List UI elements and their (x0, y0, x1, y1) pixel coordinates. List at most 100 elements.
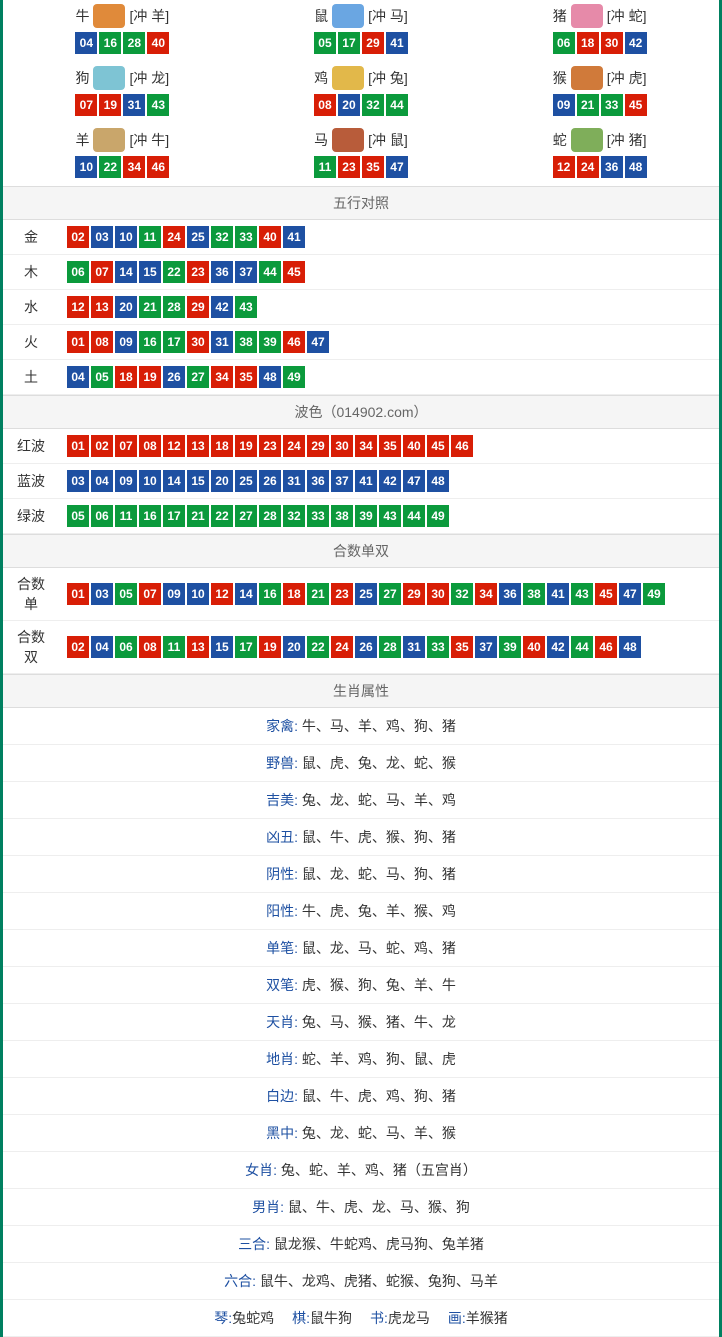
number-ball: 11 (314, 156, 336, 178)
attr-value: 牛、马、羊、鸡、狗、猪 (302, 718, 456, 734)
number-ball: 45 (283, 261, 305, 283)
number-ball: 42 (211, 296, 233, 318)
number-ball: 20 (211, 470, 233, 492)
wuxing-table: 金02031011242532334041木060714152223363744… (3, 220, 719, 395)
number-ball: 49 (427, 505, 449, 527)
zodiac-chong: [冲 鼠] (368, 130, 408, 150)
number-ball: 22 (211, 505, 233, 527)
attr-label: 野兽: (266, 755, 298, 771)
zodiac-icon (571, 66, 603, 90)
kv-key: 金 (3, 220, 59, 255)
zodiac-chong: [冲 羊] (129, 6, 169, 26)
number-ball: 49 (643, 583, 665, 605)
attr-value: 兔、龙、蛇、马、羊、猴 (302, 1125, 456, 1141)
kv-key: 火 (3, 325, 59, 360)
number-ball: 07 (91, 261, 113, 283)
number-ball: 43 (235, 296, 257, 318)
number-ball: 10 (75, 156, 97, 178)
zodiac-name: 猪 (553, 6, 567, 26)
number-ball: 18 (115, 366, 137, 388)
attr-row: 双笔: 虎、猴、狗、兔、羊、牛 (3, 967, 719, 1004)
attr-row: 阳性: 牛、虎、兔、羊、猴、鸡 (3, 893, 719, 930)
number-ball: 16 (259, 583, 281, 605)
zodiac-name: 鸡 (314, 68, 328, 88)
zodiac-cell: 蛇[冲 猪]12243648 (480, 124, 719, 186)
zodiac-name: 牛 (75, 6, 89, 26)
number-ball: 04 (75, 32, 97, 54)
kv-nums: 0108091617303138394647 (59, 325, 719, 360)
attr-value: 鼠龙猴、牛蛇鸡、虎马狗、兔羊猪 (274, 1236, 484, 1252)
attr-row: 三合: 鼠龙猴、牛蛇鸡、虎马狗、兔羊猪 (3, 1226, 719, 1263)
attr-row: 野兽: 鼠、虎、兔、龙、蛇、猴 (3, 745, 719, 782)
zodiac-title: 蛇[冲 猪] (480, 128, 719, 152)
number-ball: 24 (331, 636, 353, 658)
attr-row: 天肖: 兔、马、猴、猪、牛、龙 (3, 1004, 719, 1041)
number-ball: 21 (187, 505, 209, 527)
zodiac-chong: [冲 虎] (607, 68, 647, 88)
attr-label: 黑中: (266, 1125, 298, 1141)
number-ball: 45 (427, 435, 449, 457)
zodiac-name: 猴 (553, 68, 567, 88)
number-ball: 23 (338, 156, 360, 178)
number-ball: 42 (547, 636, 569, 658)
number-ball: 05 (91, 366, 113, 388)
number-ball: 44 (259, 261, 281, 283)
zodiac-numbers: 10223446 (3, 156, 242, 178)
number-ball: 13 (187, 435, 209, 457)
number-ball: 02 (91, 435, 113, 457)
kv-nums: 02031011242532334041 (59, 220, 719, 255)
pair-label: 画: (448, 1310, 466, 1326)
zodiac-cell: 马[冲 鼠]11233547 (242, 124, 481, 186)
number-ball: 39 (499, 636, 521, 658)
number-ball: 29 (307, 435, 329, 457)
attr-label: 地肖: (266, 1051, 298, 1067)
number-ball: 46 (283, 331, 305, 353)
zodiac-numbers: 05172941 (242, 32, 481, 54)
number-ball: 36 (499, 583, 521, 605)
number-ball: 27 (235, 505, 257, 527)
number-ball: 34 (123, 156, 145, 178)
number-ball: 25 (355, 583, 377, 605)
kv-key: 土 (3, 360, 59, 395)
number-ball: 32 (451, 583, 473, 605)
number-ball: 33 (601, 94, 623, 116)
pair-value: 兔蛇鸡 (232, 1310, 274, 1326)
attr-value: 牛、虎、兔、羊、猴、鸡 (302, 903, 456, 919)
attr-row: 黑中: 兔、龙、蛇、马、羊、猴 (3, 1115, 719, 1152)
number-ball: 24 (283, 435, 305, 457)
attr-label: 阴性: (266, 866, 298, 882)
number-ball: 05 (115, 583, 137, 605)
number-ball: 46 (147, 156, 169, 178)
attr-label: 男肖: (252, 1199, 284, 1215)
number-ball: 06 (553, 32, 575, 54)
number-ball: 39 (259, 331, 281, 353)
number-ball: 36 (601, 156, 623, 178)
number-ball: 08 (139, 435, 161, 457)
attr-value: 蛇、羊、鸡、狗、鼠、虎 (302, 1051, 456, 1067)
number-ball: 07 (139, 583, 161, 605)
number-ball: 14 (163, 470, 185, 492)
number-ball: 33 (427, 636, 449, 658)
number-ball: 29 (362, 32, 384, 54)
number-ball: 31 (403, 636, 425, 658)
attr-row: 地肖: 蛇、羊、鸡、狗、鼠、虎 (3, 1041, 719, 1078)
number-ball: 47 (619, 583, 641, 605)
attr-row: 男肖: 鼠、牛、虎、龙、马、猴、狗 (3, 1189, 719, 1226)
number-ball: 13 (187, 636, 209, 658)
number-ball: 01 (67, 435, 89, 457)
number-ball: 48 (625, 156, 647, 178)
zodiac-chong: [冲 龙] (129, 68, 169, 88)
attr-value: 虎、猴、狗、兔、羊、牛 (302, 977, 456, 993)
attr-value: 鼠、牛、虎、龙、马、猴、狗 (288, 1199, 470, 1215)
attr-row: 家禽: 牛、马、羊、鸡、狗、猪 (3, 708, 719, 745)
attrs-list: 家禽: 牛、马、羊、鸡、狗、猪野兽: 鼠、虎、兔、龙、蛇、猴吉美: 兔、龙、蛇、… (3, 708, 719, 1300)
number-ball: 33 (235, 226, 257, 248)
number-ball: 28 (379, 636, 401, 658)
number-ball: 31 (283, 470, 305, 492)
number-ball: 40 (259, 226, 281, 248)
number-ball: 25 (187, 226, 209, 248)
zodiac-icon (93, 128, 125, 152)
zodiac-chong: [冲 马] (368, 6, 408, 26)
kv-key: 合数单 (3, 568, 59, 621)
attr-label: 六合: (224, 1273, 256, 1289)
